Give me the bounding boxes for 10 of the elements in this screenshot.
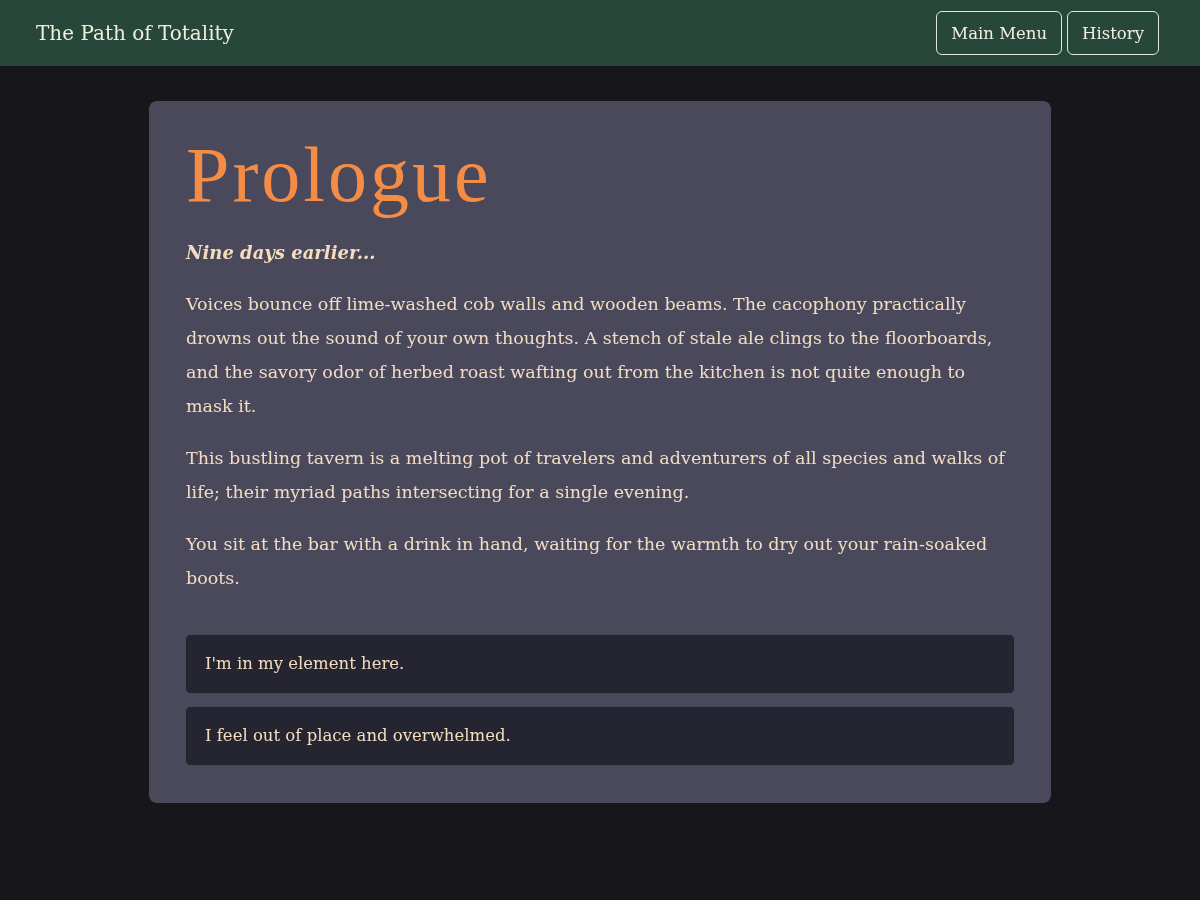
story-paragraph: You sit at the bar with a drink in hand, waiting for the warmth to dry out your rain-soaked boots. xyxy=(186,532,989,590)
choice-button[interactable]: I'm in my element here. xyxy=(186,634,1014,693)
chapter-subtitle: Nine days earlier... xyxy=(186,241,376,263)
story-paragraph: Voices bounce off lime-washed cob walls and wooden beams. The cacophony practically drowns out the sound of your own thoughts. A stench of stale ale clings to the floorboards, and the savory odor of herbed roast wafting out from the kitchen is not quite enough to mask it. xyxy=(186,292,994,418)
choice-button[interactable]: I feel out of place and overwhelmed. xyxy=(186,706,1014,765)
site-title: The Path of Totality xyxy=(36,21,234,45)
nav-button[interactable]: Main Menu xyxy=(936,11,1063,55)
story-paragraph: This bustling tavern is a melting pot of travelers and adventurers of all species and walks of life; their myriad paths intersecting for a single evening. xyxy=(186,446,1007,504)
chapter-title: Prologue xyxy=(186,134,492,216)
nav-button[interactable]: History xyxy=(1067,11,1159,55)
